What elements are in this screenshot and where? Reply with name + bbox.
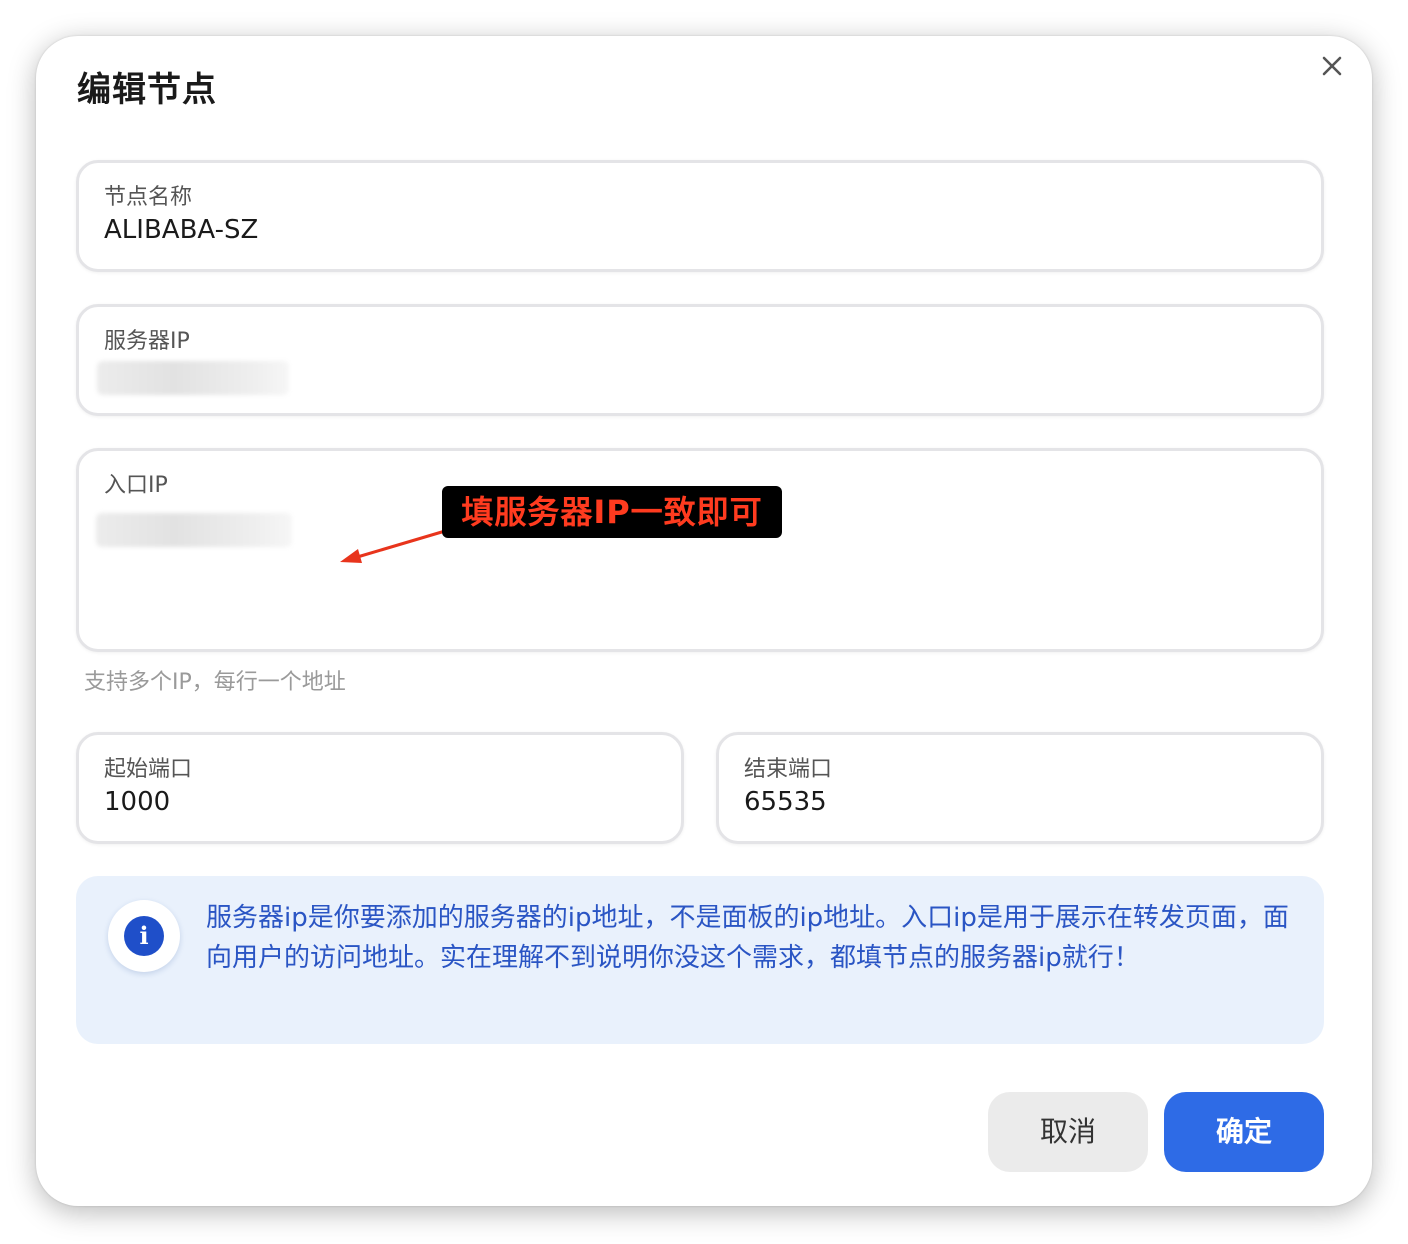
close-button[interactable] [1316, 50, 1348, 82]
node-name-field[interactable]: 节点名称 [76, 160, 1324, 272]
cancel-button[interactable]: 取消 [988, 1092, 1148, 1172]
server-ip-label: 服务器IP [104, 329, 190, 354]
node-name-label: 节点名称 [104, 185, 193, 210]
close-icon [1322, 56, 1342, 76]
server-ip-blurred-value [97, 361, 289, 395]
annotation-note: 填服务器IP一致即可 [442, 486, 782, 538]
end-port-field[interactable]: 结束端口 [716, 732, 1324, 844]
start-port-input[interactable] [104, 787, 644, 817]
entry-ip-blurred-value [96, 513, 292, 547]
node-name-input[interactable] [104, 215, 1284, 245]
end-port-input[interactable] [744, 787, 1284, 817]
info-alert: i 服务器ip是你要添加的服务器的ip地址，不是面板的ip地址。入口ip是用于展… [76, 876, 1324, 1044]
info-icon-wrapper: i [108, 900, 180, 972]
info-icon: i [124, 916, 164, 956]
entry-ip-label: 入口IP [104, 473, 168, 498]
entry-ip-helper-text: 支持多个IP，每行一个地址 [84, 670, 346, 695]
start-port-field[interactable]: 起始端口 [76, 732, 684, 844]
start-port-label: 起始端口 [104, 757, 193, 782]
entry-ip-field[interactable]: 入口IP [76, 448, 1324, 652]
confirm-button[interactable]: 确定 [1164, 1092, 1324, 1172]
info-text: 服务器ip是你要添加的服务器的ip地址，不是面板的ip地址。入口ip是用于展示在… [206, 903, 1289, 973]
server-ip-field[interactable]: 服务器IP [76, 304, 1324, 416]
edit-node-dialog: 编辑节点 节点名称 服务器IP 入口IP 填服务器IP一致即可 支持多个IP，每… [36, 36, 1372, 1206]
dialog-title: 编辑节点 [77, 70, 217, 110]
end-port-label: 结束端口 [744, 757, 833, 782]
